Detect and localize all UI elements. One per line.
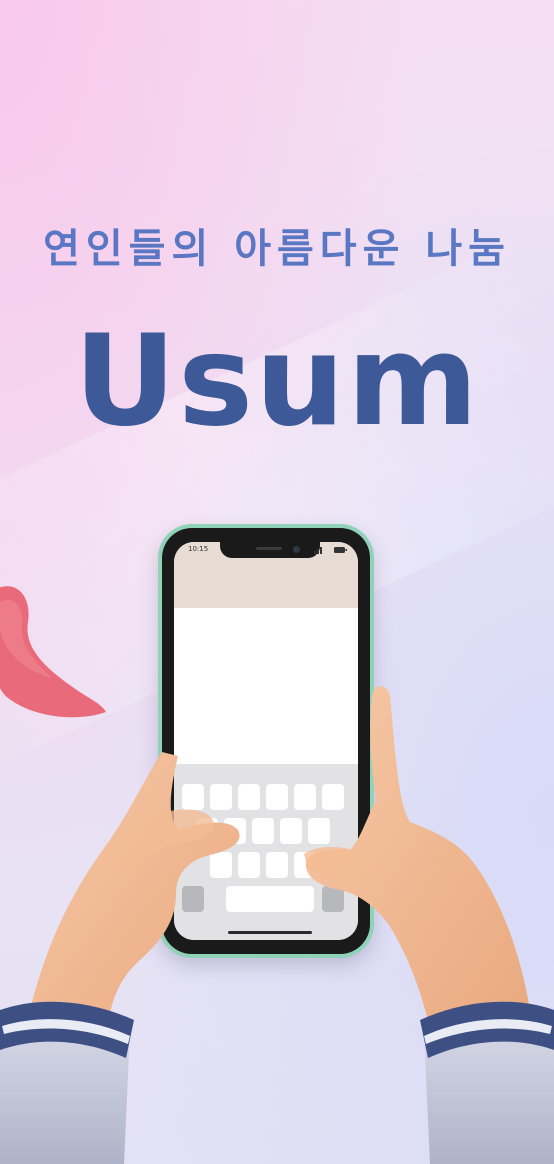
hands-illustration	[0, 686, 554, 1164]
brand-logo-text: Usum	[73, 307, 481, 454]
phone-notch	[220, 542, 320, 558]
speaker-grille	[256, 547, 282, 550]
status-time: 10:15	[188, 545, 209, 553]
signal-battery-icon	[314, 547, 347, 554]
app-promo-screen: 연인들의 아름다운 나눔 Usum 10:15	[0, 0, 554, 1164]
camera-dot	[293, 546, 300, 553]
hero-tagline: 연인들의 아름다운 나눔	[43, 226, 511, 272]
